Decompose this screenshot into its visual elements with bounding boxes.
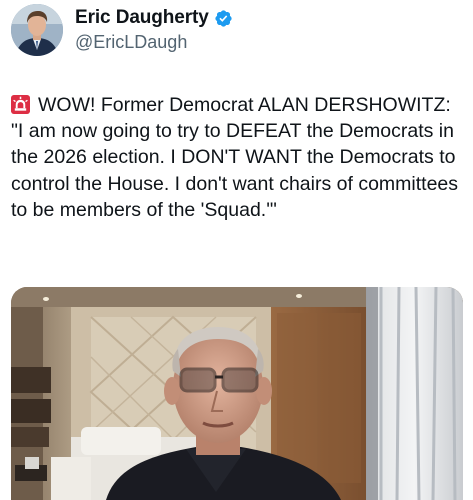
verified-badge-icon [214, 9, 233, 28]
author-avatar[interactable] [11, 4, 63, 56]
tweet-body: WOW! Former Democrat ALAN DERSHOWITZ: "I… [11, 94, 464, 221]
tweet-text: WOW! Former Democrat ALAN DERSHOWITZ: "I… [11, 92, 466, 223]
author-display-name[interactable]: Eric Daugherty [75, 7, 209, 29]
author-name-row: Eric Daugherty [75, 6, 233, 30]
police-siren-icon [11, 95, 30, 114]
avatar-photo [11, 4, 63, 56]
tweet-card: Eric Daugherty @EricLDaugh WOW! Former D… [0, 0, 473, 500]
author-handle[interactable]: @EricLDaugh [75, 32, 187, 53]
video-still-image [11, 287, 463, 500]
tweet-video-media[interactable] [11, 287, 463, 500]
